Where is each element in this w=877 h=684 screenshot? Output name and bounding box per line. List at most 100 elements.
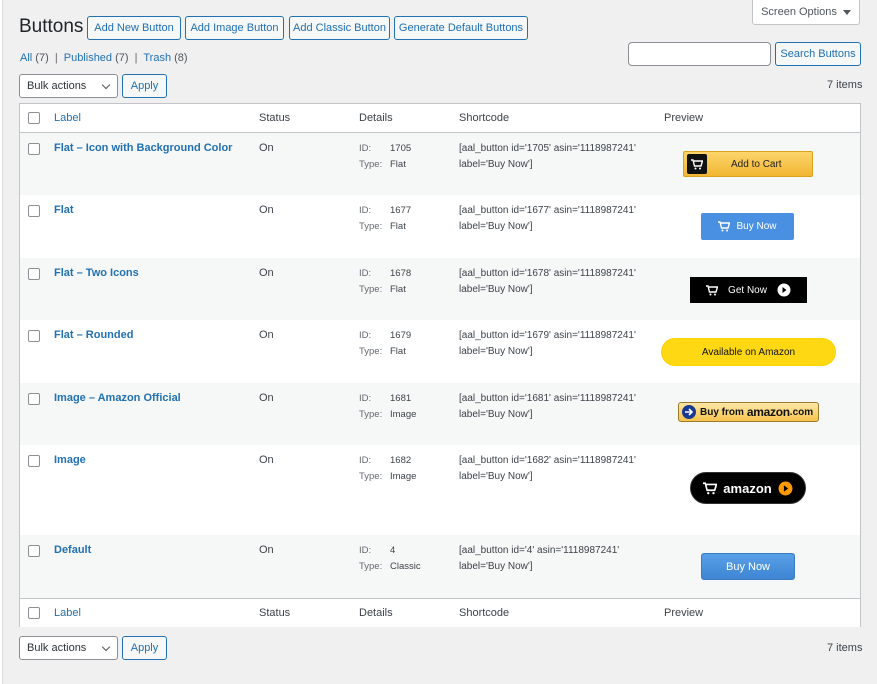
preview-amazon-pill-button[interactable]: amazon [690, 472, 806, 504]
filter-published[interactable]: Published [64, 52, 112, 64]
shortcode-line-1: [aal_button id='1678' asin='1118987241' [459, 268, 636, 279]
items-count-bottom: 7 items [827, 642, 863, 654]
detail-id-value: 1705 [390, 143, 412, 154]
filter-separator: | [134, 52, 138, 64]
detail-id-value: 1682 [390, 455, 412, 466]
search-buttons-button[interactable]: Search Buttons [775, 42, 861, 66]
preview-get-now-button[interactable]: Get Now [690, 277, 807, 303]
row-checkbox[interactable] [28, 205, 40, 217]
table-row: Flat On ID: 1677 Type: Flat [aal_button … [20, 195, 860, 258]
row-status: On [259, 392, 274, 404]
row-checkbox[interactable] [28, 455, 40, 467]
shortcode-line-1: [aal_button id='1679' asin='1118987241' [459, 330, 636, 341]
shortcode-line-1: [aal_button id='1677' asin='1118987241' [459, 205, 636, 216]
chevron-down-icon [101, 80, 111, 89]
detail-type-value: Flat [390, 221, 406, 232]
detail-type-key: Type: [359, 409, 383, 420]
admin-sidebar-edge [0, 0, 3, 684]
screen-options-label: Screen Options [761, 6, 837, 18]
detail-id-value: 1678 [390, 268, 412, 279]
add-image-button[interactable]: Add Image Button [185, 16, 284, 40]
detail-type-value: Flat [390, 159, 406, 170]
detail-id-key: ID: [359, 545, 372, 556]
table-footer: Label Status Details Shortcode Preview [20, 598, 860, 627]
status-filters: All (7) | Published (7) | Trash (8) [20, 52, 188, 64]
filter-trash[interactable]: Trash [143, 52, 171, 64]
select-all-checkbox[interactable] [28, 112, 40, 124]
preview-text: Get Now [728, 284, 767, 296]
preview-available-on-amazon-button[interactable]: Available on Amazon [661, 338, 836, 366]
cart-icon [706, 284, 719, 295]
screen-options-button[interactable]: Screen Options [752, 0, 860, 25]
row-label-link[interactable]: Flat – Two Icons [54, 267, 139, 279]
detail-id-value: 1679 [390, 330, 412, 341]
bulk-actions-select-top[interactable]: Bulk actions [19, 74, 118, 98]
row-shortcode: [aal_button id='1679' asin='1118987241' … [459, 328, 659, 360]
column-status-header: Status [259, 112, 291, 124]
row-status: On [259, 204, 274, 216]
detail-id-key: ID: [359, 143, 372, 154]
add-new-button[interactable]: Add New Button [87, 16, 181, 40]
column-label-footer[interactable]: Label [54, 607, 81, 619]
preview-text: Buy from [700, 406, 744, 418]
detail-type-key: Type: [359, 159, 383, 170]
column-status-footer: Status [259, 607, 291, 619]
bulk-actions-value: Bulk actions [27, 642, 87, 654]
table-row: Default On ID: 4 Type: Classic [aal_butt… [20, 535, 860, 598]
bulk-actions-select-bottom[interactable]: Bulk actions [19, 636, 118, 660]
select-all-checkbox-footer[interactable] [28, 607, 40, 619]
row-checkbox[interactable] [28, 330, 40, 342]
row-status: On [259, 267, 274, 279]
chevron-down-icon [101, 642, 111, 651]
shortcode-line-1: [aal_button id='4' asin='1118987241' [459, 545, 620, 556]
preview-buy-now-button[interactable]: Buy Now [701, 213, 794, 240]
preview-add-to-cart-button[interactable]: Add to Cart [683, 151, 813, 177]
apply-button-bottom[interactable]: Apply [122, 636, 167, 660]
detail-type-key: Type: [359, 471, 383, 482]
shortcode-line-2: label='Buy Now'] [459, 159, 533, 170]
row-status: On [259, 329, 274, 341]
preview-text: Add to Cart [731, 158, 782, 170]
row-label-link[interactable]: Image – Amazon Official [54, 392, 181, 404]
column-shortcode-footer: Shortcode [459, 607, 510, 619]
buttons-table: Label Status Details Shortcode Preview F… [19, 103, 861, 627]
preview-text-domain: .com [789, 406, 814, 418]
generate-default-buttons[interactable]: Generate Default Buttons [394, 16, 528, 40]
detail-type-key: Type: [359, 221, 383, 232]
column-label-header[interactable]: Label [54, 112, 81, 124]
detail-type-value: Flat [390, 284, 406, 295]
add-classic-button[interactable]: Add Classic Button [289, 16, 390, 40]
preview-amazon-official-button[interactable]: Buy from amazon .com [678, 402, 819, 422]
page-title: Buttons [19, 16, 84, 37]
row-label-link[interactable]: Default [54, 544, 91, 556]
row-label-link[interactable]: Flat – Rounded [54, 329, 133, 341]
search-input[interactable] [628, 42, 771, 66]
play-circle-icon [777, 283, 791, 297]
row-status: On [259, 142, 274, 154]
preview-text: Buy Now [736, 221, 777, 232]
detail-id-value: 1681 [390, 393, 412, 404]
detail-id-key: ID: [359, 330, 372, 341]
shortcode-line-2: label='Buy Now'] [459, 284, 533, 295]
filter-trash-count: (8) [174, 52, 188, 64]
shortcode-line-2: label='Buy Now'] [459, 221, 533, 232]
preview-text: amazon [723, 480, 772, 496]
row-label-link[interactable]: Flat – Icon with Background Color [54, 142, 232, 154]
row-shortcode: [aal_button id='1705' asin='1118987241' … [459, 141, 659, 173]
column-details-header: Details [359, 112, 393, 124]
row-shortcode: [aal_button id='1682' asin='1118987241' … [459, 453, 659, 485]
table-row: Flat – Rounded On ID: 1679 Type: Flat [a… [20, 320, 860, 383]
row-checkbox[interactable] [28, 268, 40, 280]
detail-id-key: ID: [359, 268, 372, 279]
preview-classic-buy-now-button[interactable]: Buy Now [701, 553, 795, 580]
filter-published-count: (7) [115, 52, 129, 64]
caret-down-icon [842, 9, 851, 15]
row-checkbox[interactable] [28, 393, 40, 405]
filter-all[interactable]: All [20, 52, 32, 64]
apply-button-top[interactable]: Apply [122, 74, 167, 98]
row-checkbox[interactable] [28, 545, 40, 557]
row-label-link[interactable]: Flat [54, 204, 74, 216]
row-label-link[interactable]: Image [54, 454, 86, 466]
filter-separator: | [54, 52, 58, 64]
row-checkbox[interactable] [28, 143, 40, 155]
